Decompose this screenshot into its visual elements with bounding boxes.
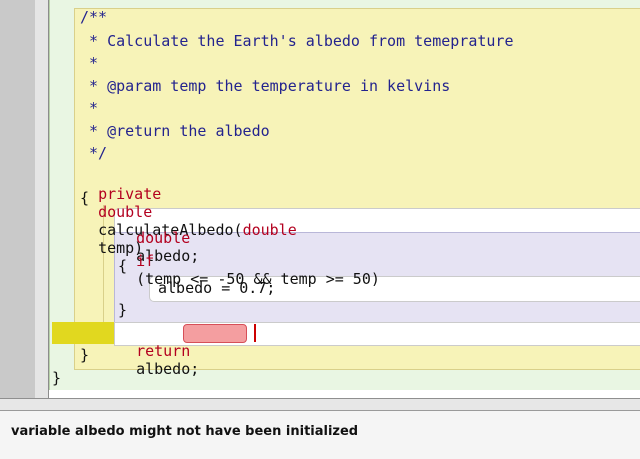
method-close-brace: } xyxy=(80,346,90,364)
comment-line-4: * @param temp the temperature in kelvins xyxy=(80,77,451,95)
comment-line-3: * xyxy=(80,54,99,72)
method-open-brace: { xyxy=(80,189,90,207)
assignment-statement: albedo = 0.7; xyxy=(158,279,276,297)
text-cursor xyxy=(254,324,256,342)
editor-left-gutter xyxy=(0,0,35,398)
return-terminator: ; xyxy=(190,360,200,378)
editor-gutter-strip xyxy=(35,0,49,398)
if-open-brace: { xyxy=(118,257,128,275)
error-line-marker xyxy=(52,322,114,344)
comment-line-7: */ xyxy=(80,144,108,162)
if-close-brace: } xyxy=(118,301,128,319)
comment-line-2: * Calculate the Earth's albedo from teme… xyxy=(80,32,514,50)
comment-line-1: /** xyxy=(80,8,108,26)
if-keyword: if xyxy=(136,252,155,270)
class-close-brace: } xyxy=(52,369,62,387)
method-modifier: private xyxy=(98,185,162,203)
comment-line-5: * xyxy=(80,99,99,117)
return-variable[interactable]: albedo xyxy=(136,360,190,378)
return-keyword: return xyxy=(136,342,191,360)
return-statement: return albedo; xyxy=(118,324,199,378)
compiler-error-message: variable albedo might not have been init… xyxy=(11,424,359,439)
comment-line-6: * @return the albedo xyxy=(80,122,270,140)
